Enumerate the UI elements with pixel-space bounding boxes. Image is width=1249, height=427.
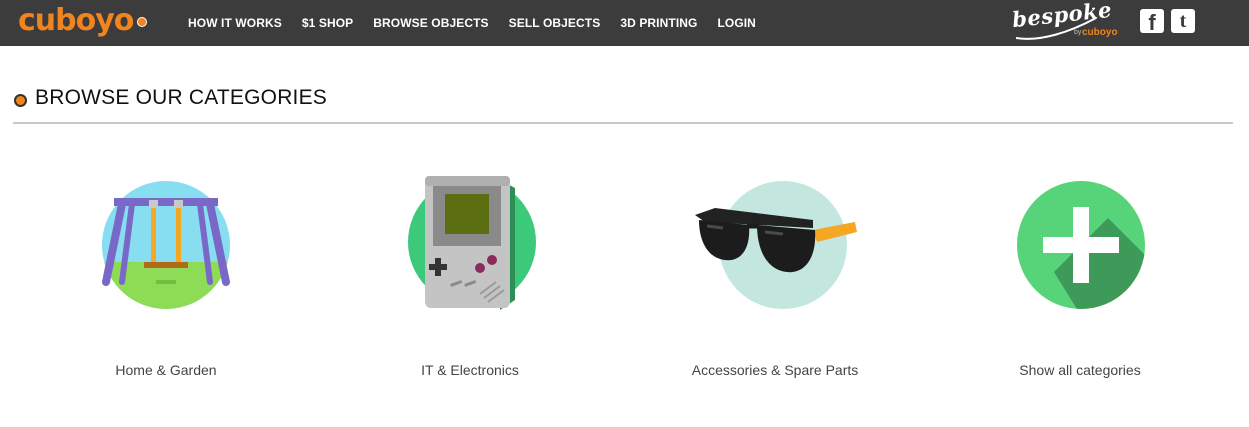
main-nav: HOW IT WORKS $1 SHOP BROWSE OBJECTS SELL… [188,0,776,46]
nav-dollar-shop[interactable]: $1 SHOP [302,16,353,30]
bespoke-brand: cuboyo [1082,27,1118,38]
category-show-all[interactable]: Show all categories [955,170,1205,390]
section-bullet-icon [14,94,27,107]
category-it-electronics[interactable]: IT & Electronics [345,170,595,390]
category-home-garden[interactable]: Home & Garden [41,170,291,390]
section-divider [13,122,1233,124]
facebook-icon[interactable]: f [1140,9,1164,35]
bespoke-logo[interactable]: bespoke by cuboyo [1010,0,1125,44]
plus-icon [1017,181,1145,309]
nav-sell-objects[interactable]: SELL OBJECTS [509,16,601,30]
bespoke-by: by [1074,29,1082,36]
section-title: BROWSE OUR CATEGORIES [35,86,328,109]
swing-icon [102,181,230,309]
nav-browse-objects[interactable]: BROWSE OBJECTS [373,16,488,30]
logo-dot-icon [137,17,147,27]
nav-how-it-works[interactable]: HOW IT WORKS [188,16,282,30]
category-accessories-spare-parts[interactable]: Accessories & Spare Parts [650,170,900,390]
category-label: IT & Electronics [421,362,519,378]
gameboy-icon [408,176,536,310]
cuboyo-logo[interactable]: cuboyo [18,1,134,41]
nav-login[interactable]: LOGIN [717,16,756,30]
category-label: Accessories & Spare Parts [691,362,859,378]
sunglasses-icon [695,181,857,309]
twitter-icon[interactable]: t [1171,9,1195,33]
category-label: Show all categories [1019,362,1141,378]
top-navigation-bar: cuboyo HOW IT WORKS $1 SHOP BROWSE OBJEC… [0,0,1249,46]
nav-3d-printing[interactable]: 3D PRINTING [620,16,697,30]
category-label: Home & Garden [115,362,217,378]
